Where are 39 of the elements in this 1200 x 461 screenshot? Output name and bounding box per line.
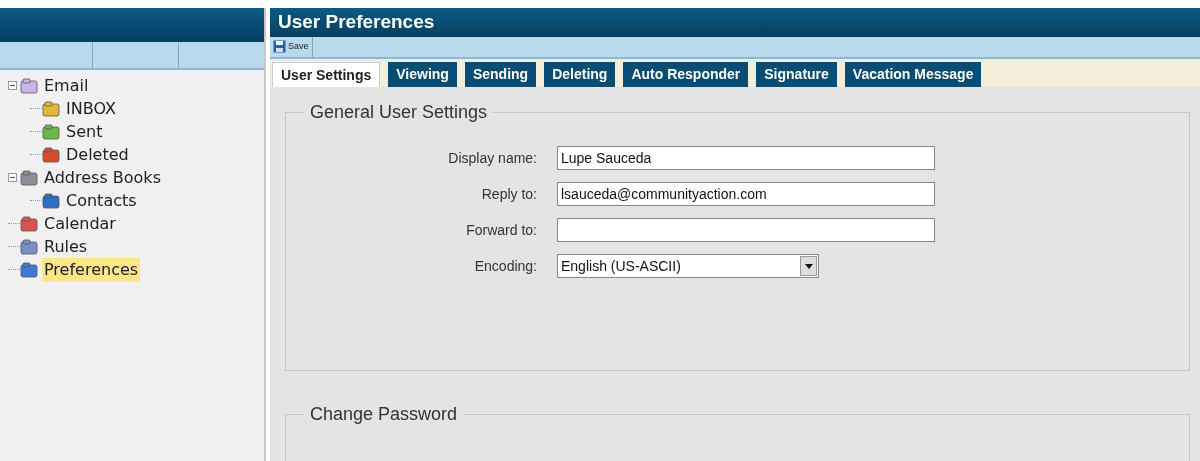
folder-icon [42, 100, 60, 117]
folder-icon [42, 192, 60, 209]
tree-item[interactable]: Address Books [42, 165, 163, 190]
group-title: General User Settings [309, 101, 489, 124]
tab[interactable]: Sending [464, 62, 537, 87]
encoding-dropdown[interactable]: English (US-ASCII) [557, 254, 819, 278]
expander-icon[interactable] [8, 173, 17, 182]
tree-item[interactable]: Contacts [64, 188, 139, 213]
tree-item[interactable]: Preferences [42, 257, 141, 282]
tree-item[interactable]: Calendar [42, 211, 118, 236]
folder-icon [20, 261, 38, 278]
tab[interactable]: Deleting [544, 62, 616, 87]
window-title: User Preferences [278, 10, 435, 34]
tab[interactable]: Auto Responder [623, 62, 749, 87]
tab[interactable]: User Settings [272, 62, 381, 87]
folder-icon [20, 77, 38, 94]
group-title: Change Password [309, 403, 459, 426]
folder-icon [42, 123, 60, 140]
save-button[interactable]: Save [270, 36, 313, 57]
folder-icon [42, 146, 60, 163]
tree-item[interactable]: INBOX [64, 96, 118, 121]
text-field[interactable] [557, 218, 935, 242]
tab[interactable]: Viewing [388, 62, 457, 87]
tab[interactable]: Vacation Message [844, 62, 982, 87]
tree-item[interactable]: Sent [64, 119, 105, 144]
tree-item[interactable]: Rules [42, 234, 90, 259]
folder-icon [20, 169, 38, 186]
text-field[interactable]: Lupe Sauceda [557, 146, 935, 170]
folder-icon [20, 238, 38, 255]
tab[interactable]: Signature [756, 62, 837, 87]
tree-item[interactable]: Deleted [64, 142, 131, 167]
field-label: Display name: [447, 148, 538, 168]
expander-icon[interactable] [8, 81, 17, 90]
tree-item[interactable]: Email [42, 73, 91, 98]
field-label: Encoding: [473, 256, 538, 276]
folder-icon [20, 215, 38, 232]
field-label: Reply to: [480, 184, 538, 204]
field-label: Forward to: [465, 220, 538, 240]
text-field[interactable]: lsauceda@communityaction.com [557, 182, 935, 206]
